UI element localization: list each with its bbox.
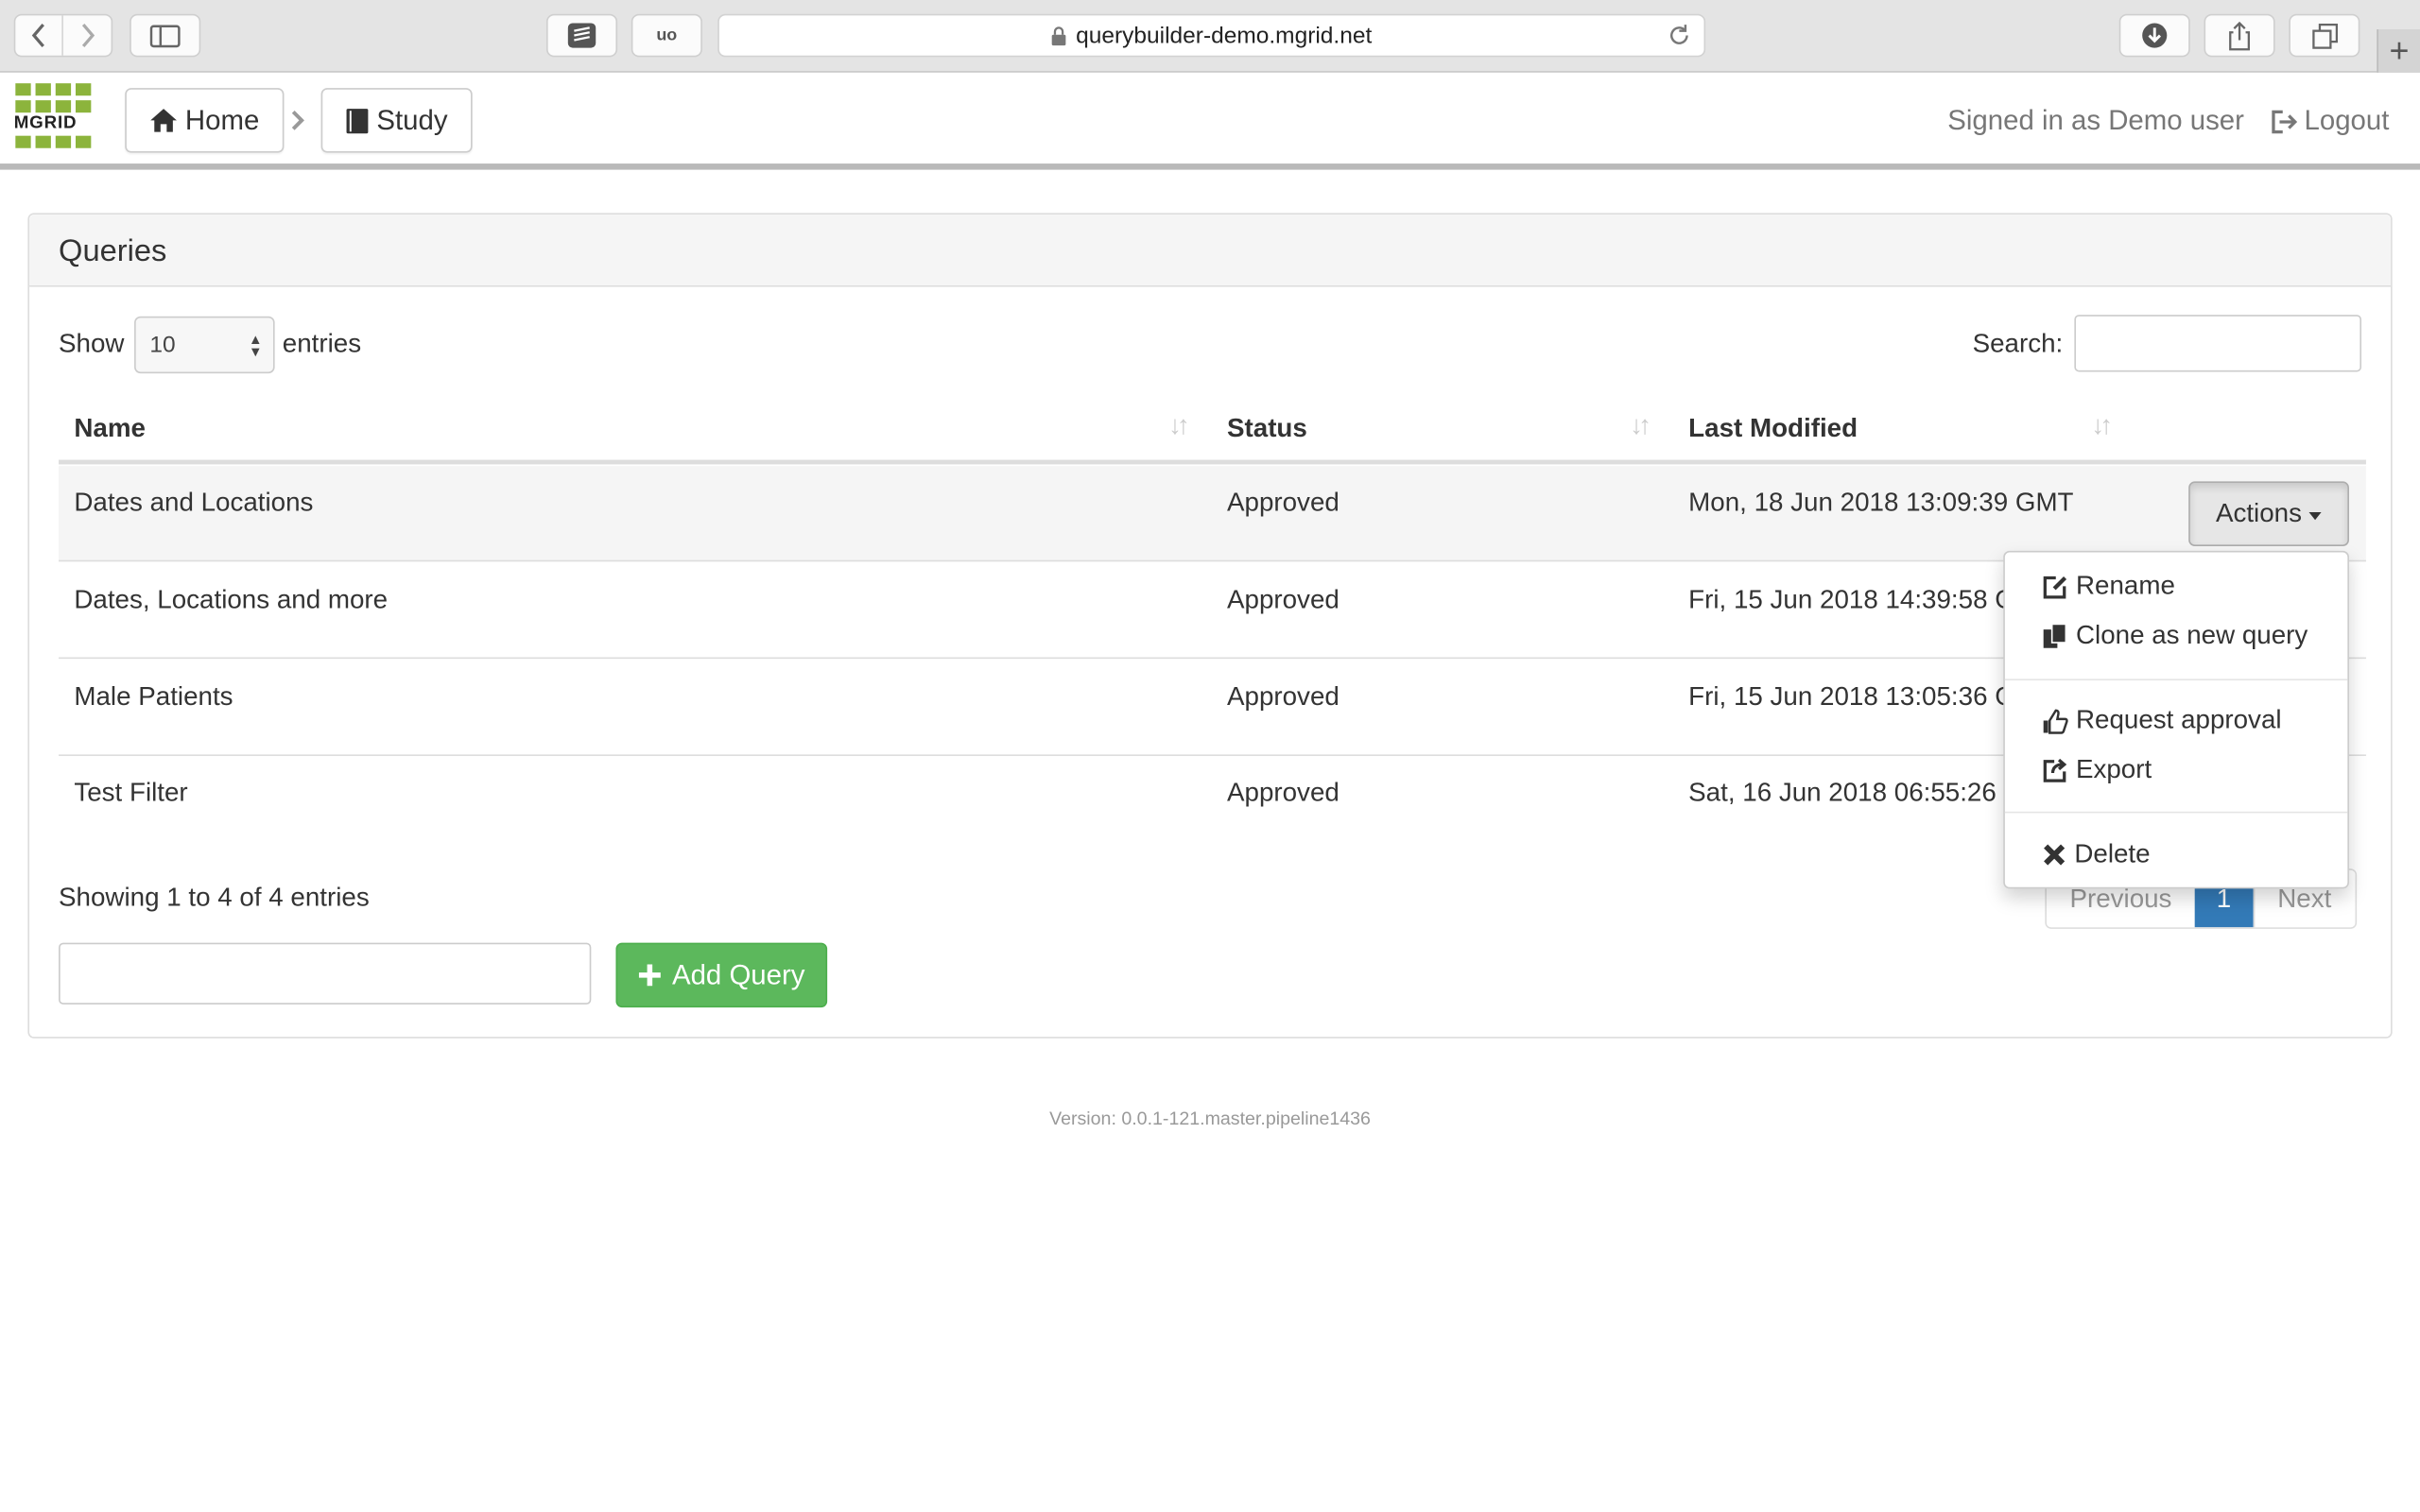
logo-grid-icon [15,83,92,113]
menu-item-label: Request approval [2075,705,2282,735]
thumbs-up-icon [2043,708,2068,733]
actions-dropdown-menu: Rename Clone as new query Request approv… [2003,550,2349,889]
signed-in-text: Signed in as Demo user [1947,105,2244,136]
panel-heading: Queries [29,214,2392,287]
history-nav [13,13,113,58]
search-label: Search: [1972,328,2064,358]
chevron-right-icon [290,108,305,139]
new-query-name-input[interactable] [59,942,592,1005]
tabs-overview-icon[interactable] [2289,13,2360,58]
menu-item-delete[interactable]: Delete [2042,839,2151,870]
downloads-icon[interactable] [2118,13,2190,58]
column-header-last-modified[interactable]: Last Modified [1688,414,1858,445]
sort-icon[interactable]: ↓↑ [1630,410,1651,441]
query-status: Approved [1226,681,1340,712]
table-header: Name ↓↑ Status ↓↑ Last Modified ↓↑ [59,395,2366,465]
page-length-select[interactable]: 10 ▲ ▼ [134,316,275,374]
share-icon[interactable] [2204,13,2275,58]
sort-icon[interactable]: ↓↑ [2091,410,2113,441]
forward-icon[interactable] [63,15,112,55]
actions-button[interactable]: Actions [2188,481,2349,546]
add-query-button[interactable]: Add Query [615,942,828,1008]
logout-label: Logout [2304,105,2390,136]
reload-icon[interactable] [1667,23,1691,54]
query-name[interactable]: Male Patients [74,682,233,713]
extension-icon[interactable] [545,13,618,58]
home-label: Home [184,104,260,135]
table-info: Showing 1 to 4 of 4 entries [59,882,370,912]
sidebar-toggle-icon[interactable] [130,13,201,58]
lock-icon [1051,26,1066,45]
menu-item-label: Export [2075,754,2152,784]
logout-icon [2272,109,2298,133]
menu-item-request-approval[interactable]: Request approval [2042,705,2282,736]
query-name[interactable]: Dates, Locations and more [74,585,388,616]
new-tab-button[interactable]: + [2377,29,2420,73]
menu-item-clone[interactable]: Clone as new query [2042,620,2308,651]
book-icon [346,108,369,133]
table-row[interactable]: Dates and Locations Approved Mon, 18 Jun… [59,466,2366,562]
query-modified: Mon, 18 Jun 2018 13:09:39 GMT [1688,487,2074,517]
select-arrows-icon: ▲ ▼ [248,332,263,360]
query-status: Approved [1226,487,1340,517]
query-modified: Sat, 16 Jun 2018 06:55:26 [1688,777,1996,807]
menu-divider [2004,811,2348,814]
panel-title: Queries [59,234,167,269]
query-name[interactable]: Dates and Locations [74,488,313,519]
mgrid-logo[interactable]: MGRID [12,83,92,157]
column-header-status[interactable]: Status [1227,414,1307,445]
address-bar[interactable]: querybuilder-demo.mgrid.net [717,13,1706,58]
menu-item-label: Delete [2074,839,2151,869]
menu-item-label: Rename [2075,571,2175,601]
query-modified: Fri, 15 Jun 2018 13:05:36 G [1688,681,2015,712]
share-out-icon [2043,758,2067,782]
study-label: Study [376,104,448,135]
search-input[interactable] [2074,315,2362,372]
menu-item-export[interactable]: Export [2042,754,2152,785]
back-icon[interactable] [15,15,63,56]
caret-down-icon [2309,511,2323,520]
menu-item-rename[interactable]: Rename [2042,571,2175,602]
ublock-icon[interactable]: uo [631,13,702,58]
show-label: Show [59,328,125,358]
copy-icon [2043,622,2067,647]
edit-icon [2043,575,2067,598]
browser-toolbar: uo querybuilder-demo.mgrid.net + [0,0,2420,73]
logout-link[interactable]: Logout [2271,105,2390,137]
actions-label: Actions [2215,498,2302,528]
home-button[interactable]: Home [125,88,285,153]
query-status: Approved [1226,777,1340,807]
app-navbar: MGRID Home Study Signed in as Demo user … [0,74,2420,170]
logo-grid-bottom-icon [15,135,92,148]
query-status: Approved [1226,584,1340,614]
entries-label: entries [282,328,362,358]
menu-item-label: Clone as new query [2075,620,2308,650]
add-query-label: Add Query [671,958,805,990]
logo-text: MGRID [13,113,78,133]
page-length-value: 10 [149,332,176,358]
url-text: querybuilder-demo.mgrid.net [1076,22,1373,49]
sort-icon[interactable]: ↓↑ [1168,410,1190,441]
study-button[interactable]: Study [320,88,473,153]
plus-icon [639,964,662,987]
query-name[interactable]: Test Filter [74,778,187,809]
menu-divider [2004,679,2348,681]
home-icon [150,109,177,132]
close-icon [2044,844,2066,866]
query-modified: Fri, 15 Jun 2018 14:39:58 G [1688,584,2015,614]
version-text: Version: 0.0.1-121.master.pipeline1436 [1049,1108,1371,1130]
column-header-name[interactable]: Name [74,414,146,445]
